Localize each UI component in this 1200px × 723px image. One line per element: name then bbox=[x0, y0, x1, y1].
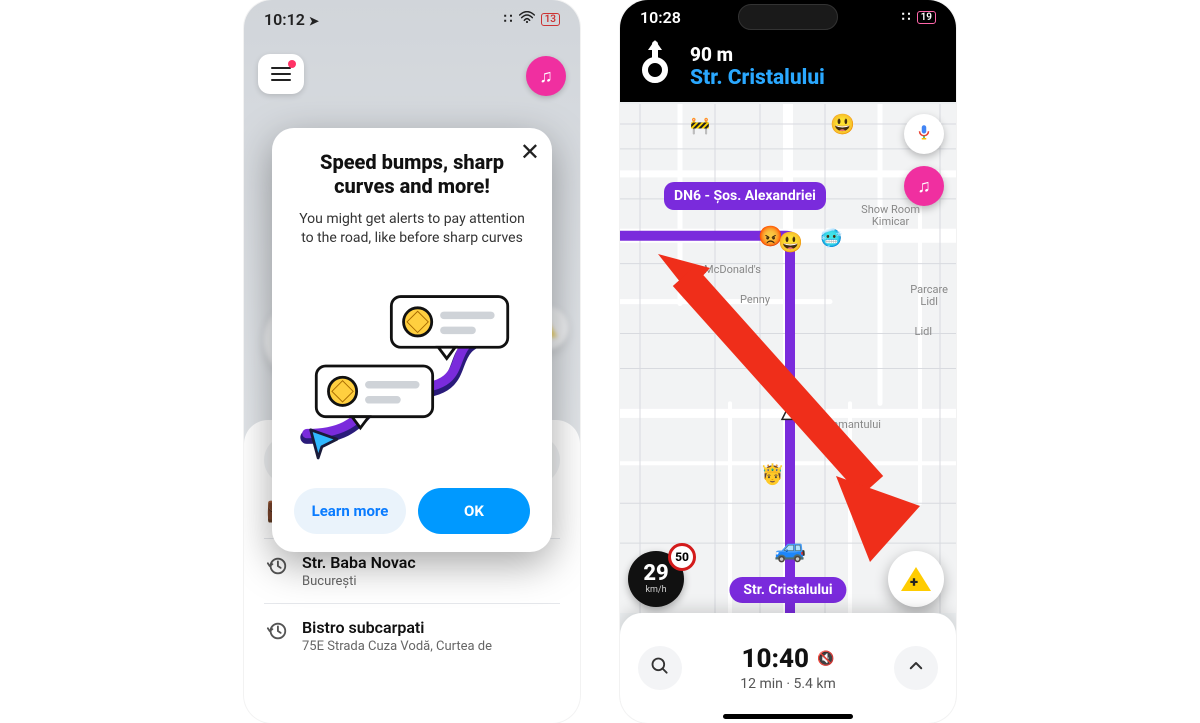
poi-label: Show Room Kimicar bbox=[861, 204, 920, 228]
poi-label: Parcare Lidl bbox=[910, 284, 948, 308]
dialog-title: Speed bumps, sharp curves and more! bbox=[294, 150, 530, 198]
nav-street: Str. Cristalului bbox=[690, 66, 825, 90]
music-icon: ♫ bbox=[917, 176, 931, 197]
history-icon bbox=[266, 555, 288, 577]
list-item-title: Str. Baba Novac bbox=[302, 553, 416, 572]
poi-label: tr. Diamantului bbox=[810, 419, 881, 431]
history-icon bbox=[266, 620, 288, 642]
hazard-marker-icon[interactable]: 🚧 bbox=[690, 116, 710, 135]
voice-button[interactable] bbox=[904, 114, 944, 154]
list-item-sub: 75E Strada Cuza Vodă, Curtea de bbox=[302, 639, 492, 654]
music-button[interactable]: ♫ bbox=[904, 166, 944, 206]
learn-more-button[interactable]: Learn more bbox=[294, 488, 406, 534]
current-street-pill: Str. Cristalului bbox=[729, 577, 846, 603]
status-icons: ∷ 19 bbox=[902, 9, 936, 25]
roundabout-icon bbox=[634, 40, 676, 92]
dialog-body: You might get alerts to pay attention to… bbox=[294, 210, 530, 248]
list-item-sub: București bbox=[302, 574, 416, 589]
expand-button[interactable] bbox=[894, 646, 938, 690]
close-button[interactable]: ✕ bbox=[520, 138, 540, 166]
map-view[interactable]: ♫ DN6 - Șos. Alexandriei Show Room Kimic… bbox=[620, 104, 956, 613]
search-button[interactable] bbox=[638, 646, 682, 690]
left-phone: 10:12 ➤ ∷ 13 ♫ 💼 bbox=[244, 0, 580, 723]
dynamic-island bbox=[738, 4, 838, 30]
nav-distance: 90 m bbox=[690, 43, 825, 66]
poi-label: Lidl bbox=[915, 326, 932, 338]
search-icon bbox=[650, 656, 670, 681]
status-time: 10:28 bbox=[640, 8, 681, 27]
navigation-header[interactable]: 90 m Str. Cristalului bbox=[620, 34, 956, 102]
speed-value: 29 bbox=[643, 563, 668, 585]
battery-icon: 19 bbox=[917, 11, 936, 24]
report-button[interactable] bbox=[888, 551, 944, 607]
trip-info-bar: 10:40 🔇 12 min · 5.4 km bbox=[620, 613, 956, 723]
list-item[interactable]: Bistro subcarpati 75E Strada Cuza Vodă, … bbox=[264, 603, 560, 668]
alert-dialog: ✕ Speed bumps, sharp curves and more! Yo… bbox=[272, 128, 552, 552]
wazer-icon[interactable]: 🥶 bbox=[820, 228, 842, 249]
poi-label: Penny bbox=[740, 294, 770, 306]
ok-button[interactable]: OK bbox=[418, 488, 530, 534]
list-item-title: Bistro subcarpati bbox=[302, 618, 492, 637]
car-icon: 🚙 bbox=[774, 534, 806, 564]
route-destination-label[interactable]: DN6 - Șos. Alexandriei bbox=[664, 182, 826, 210]
wazer-icon[interactable]: 😃 bbox=[830, 112, 855, 136]
chevron-up-icon bbox=[907, 656, 925, 680]
dialog-illustration bbox=[290, 266, 534, 466]
poi-label: McDonald's bbox=[704, 264, 761, 276]
close-icon: ✕ bbox=[520, 138, 540, 166]
trip-summary: 12 min · 5.4 km bbox=[740, 676, 836, 692]
right-phone: 10:28 ∷ 19 90 m Str. Cristalului bbox=[620, 0, 956, 723]
eta-time: 10:40 bbox=[742, 644, 810, 674]
signal-icon: ∷ bbox=[902, 9, 911, 25]
mic-icon bbox=[915, 123, 933, 146]
speed-limit-sign: 50 bbox=[668, 543, 696, 571]
speed-unit: km/h bbox=[645, 585, 666, 595]
sound-off-icon[interactable]: 🔇 bbox=[817, 651, 834, 667]
wazer-icon[interactable]: 😃 bbox=[778, 230, 803, 254]
wazer-icon[interactable]: 🤴 bbox=[760, 462, 785, 486]
warning-plus-icon bbox=[901, 567, 931, 591]
home-indicator bbox=[723, 714, 853, 719]
